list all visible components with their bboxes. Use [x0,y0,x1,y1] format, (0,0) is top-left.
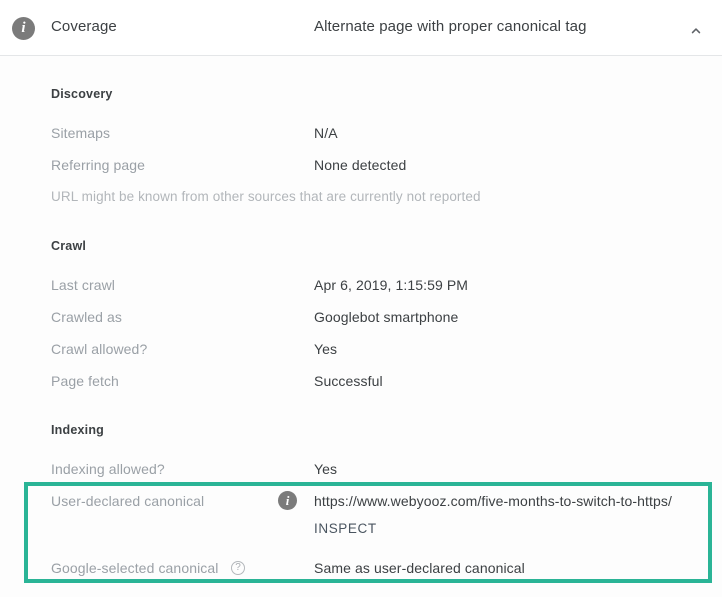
status-badge: Alternate page with proper canonical tag [314,18,587,35]
row-label-page-fetch: Page fetch [51,373,119,389]
row-label-crawl-allowed: Crawl allowed? [51,341,148,357]
inspection-details: Discovery Sitemaps N/A Referring page No… [0,56,722,596]
info-icon-glyph: i [285,492,290,508]
row-value-sitemaps: N/A [314,125,338,141]
row-value-crawled-as: Googlebot smartphone [314,309,459,325]
row-value-last-crawl: Apr 6, 2019, 1:15:59 PM [314,277,469,293]
url-inspection-panel: i Coverage Alternate page with proper ca… [0,0,722,597]
info-icon: i [12,17,35,40]
chevron-up-icon[interactable] [684,18,708,42]
row-label-sitemaps: Sitemaps [51,125,111,141]
row-value-google-selected-canonical: Same as user-declared canonical [314,560,525,576]
row-value-referring-page: None detected [314,157,407,173]
section-title-crawl: Crawl [51,239,87,253]
row-value-user-declared-canonical: https://www.webyooz.com/five-months-to-s… [314,493,672,509]
help-icon-glyph: ? [235,562,241,573]
section-title-indexing: Indexing [51,423,104,437]
discovery-note: URL might be known from other sources th… [51,189,481,204]
coverage-header[interactable]: i Coverage Alternate page with proper ca… [0,0,722,56]
page-title: Coverage [51,18,117,35]
row-value-indexing-allowed: Yes [314,461,338,477]
row-label-indexing-allowed: Indexing allowed? [51,461,165,477]
info-icon-glyph: i [21,19,26,36]
help-icon[interactable]: ? [231,561,245,575]
row-label-referring-page: Referring page [51,157,146,173]
info-icon[interactable]: i [278,491,297,510]
row-label-crawled-as: Crawled as [51,309,123,325]
section-title-discovery: Discovery [51,87,113,101]
inspect-button[interactable]: INSPECT [314,521,377,536]
row-value-crawl-allowed: Yes [314,341,338,357]
row-label-google-selected-canonical: Google-selected canonical [51,560,219,576]
row-label-user-declared-canonical: User-declared canonical [51,493,205,509]
row-label-last-crawl: Last crawl [51,277,116,293]
row-value-page-fetch: Successful [314,373,383,389]
